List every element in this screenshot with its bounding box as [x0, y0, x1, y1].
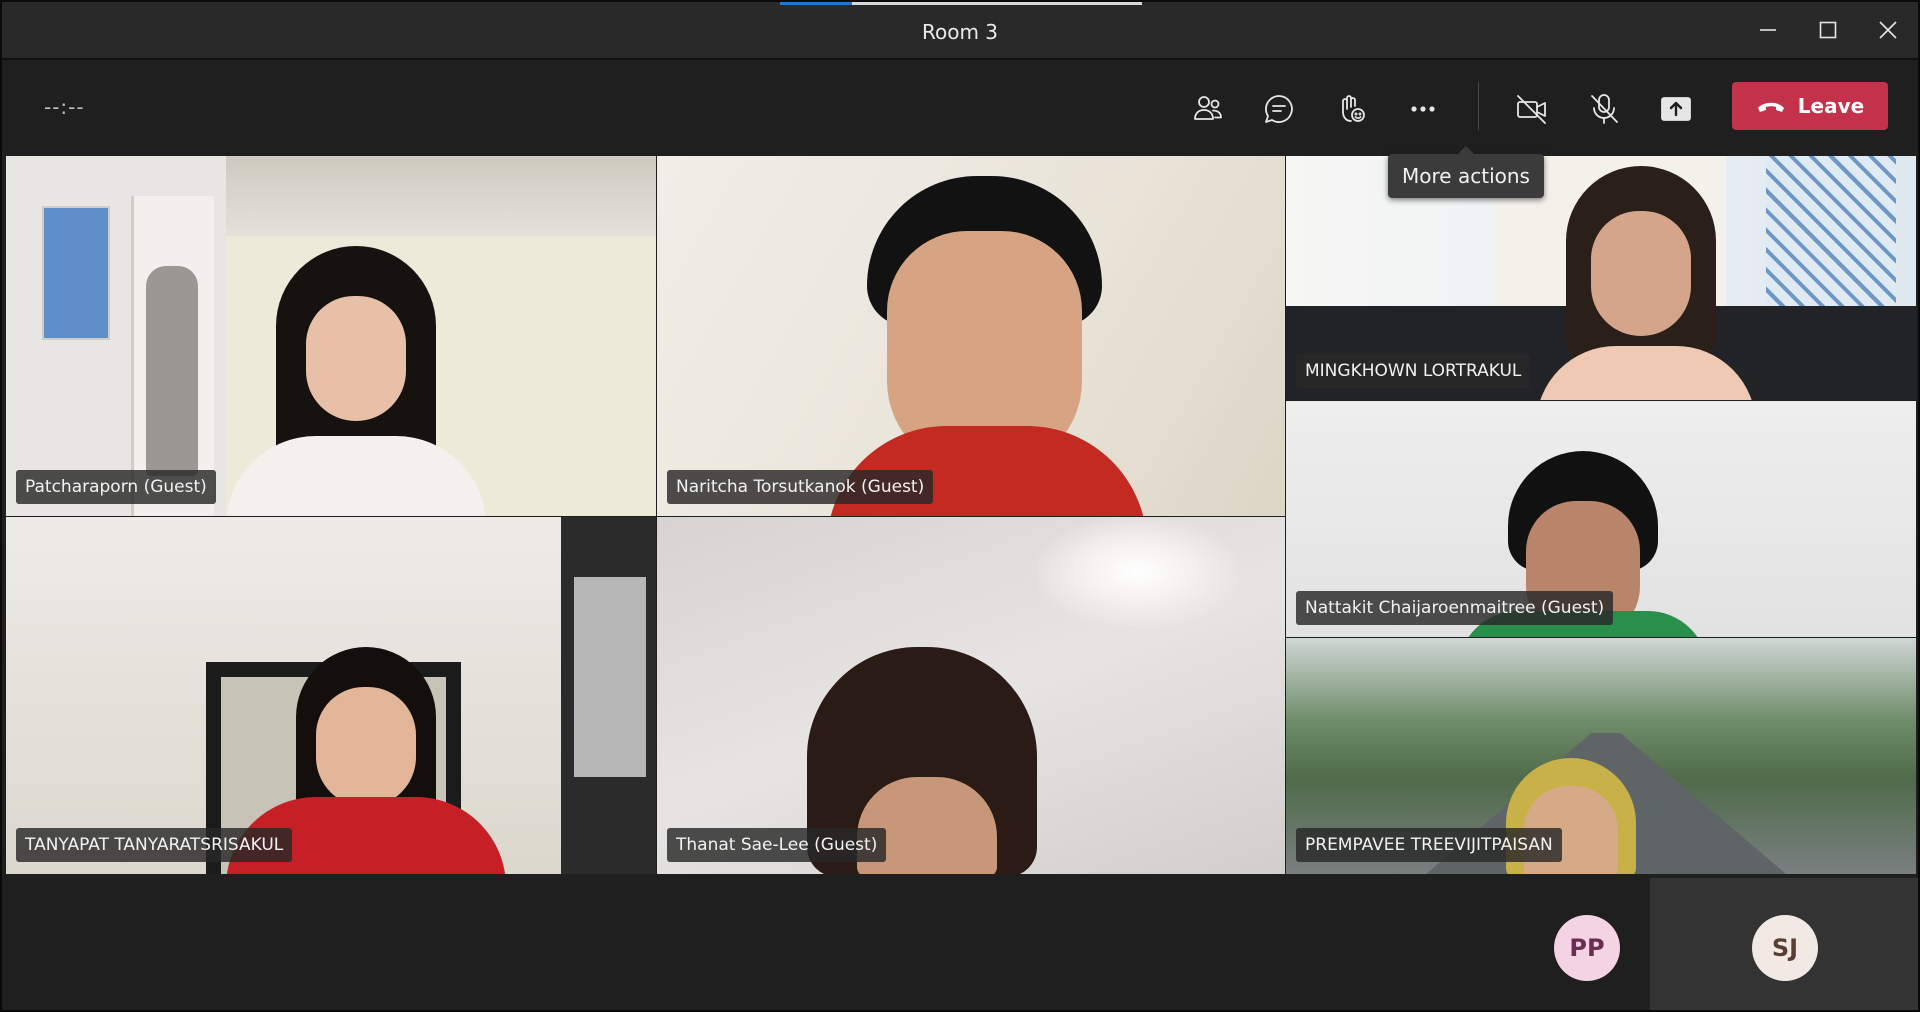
self-avatar[interactable]: SJ [1752, 915, 1818, 981]
video-tile[interactable]: MINGKHOWN LORTRAKUL [1286, 156, 1916, 400]
avatar[interactable]: PP [1554, 915, 1620, 981]
video-tile[interactable]: PREMPAVEE TREEVIJITPAISAN [1286, 638, 1916, 874]
video-tile[interactable]: Nattakit Chaijaroenmaitree (Guest) [1286, 401, 1916, 637]
window-controls [1738, 2, 1918, 58]
meeting-window: Room 3 --:-- Leave More actions Patchara… [0, 0, 1920, 1012]
reactions-button[interactable] [1326, 84, 1376, 134]
mic-toggle-button[interactable] [1579, 84, 1629, 134]
video-tile[interactable]: Naritcha Torsutkanok (Guest) [657, 156, 1285, 516]
video-tile[interactable]: Thanat Sae-Lee (Guest) [657, 517, 1285, 874]
reactions-icon [1342, 95, 1365, 122]
participant-name: Patcharaporn (Guest) [16, 470, 216, 504]
video-tile[interactable]: Patcharaporn (Guest) [6, 156, 656, 516]
people-icon [1194, 96, 1222, 120]
more-actions-icon [1411, 106, 1435, 112]
camera-off-icon [1517, 95, 1546, 124]
participant-name: Naritcha Torsutkanok (Guest) [667, 470, 934, 504]
maximize-icon [1819, 21, 1837, 39]
participant-name: PREMPAVEE TREEVIJITPAISAN [1296, 828, 1562, 862]
camera-toggle-button[interactable] [1507, 84, 1557, 134]
minimize-button[interactable] [1738, 2, 1798, 58]
more-actions-button[interactable] [1398, 84, 1448, 134]
show-participants-button[interactable] [1183, 84, 1233, 134]
mic-off-icon [1591, 94, 1618, 124]
avatar-initials: SJ [1771, 934, 1799, 962]
more-actions-tooltip: More actions [1388, 146, 1544, 198]
title-bar: Room 3 [2, 2, 1918, 60]
chat-icon [1265, 95, 1293, 123]
participant-name: MINGKHOWN LORTRAKUL [1296, 354, 1531, 388]
share-screen-icon [1661, 97, 1691, 121]
avatar-initials: PP [1569, 934, 1605, 962]
phone-hangup-icon [1757, 102, 1784, 112]
close-window-button[interactable] [1858, 2, 1918, 58]
show-conversation-button[interactable] [1254, 84, 1304, 134]
minimize-icon [1760, 29, 1776, 31]
window-title: Room 3 [921, 20, 999, 44]
share-screen-button[interactable] [1651, 84, 1701, 134]
leave-button[interactable]: Leave [1732, 82, 1888, 130]
participant-name: Nattakit Chaijaroenmaitree (Guest) [1296, 591, 1614, 625]
participant-overflow-bar [2, 875, 1918, 1010]
close-icon [1879, 21, 1897, 39]
leave-label: Leave [1797, 94, 1865, 118]
toolbar-divider [1478, 82, 1479, 130]
video-tile[interactable]: TANYAPAT TANYARATSRISAKUL [6, 517, 656, 874]
meeting-timer: --:-- [44, 95, 85, 119]
participant-name: Thanat Sae-Lee (Guest) [667, 828, 887, 862]
meeting-toolbar: --:-- Leave [2, 60, 1918, 154]
participant-name: TANYAPAT TANYARATSRISAKUL [16, 828, 293, 862]
maximize-button[interactable] [1798, 2, 1858, 58]
